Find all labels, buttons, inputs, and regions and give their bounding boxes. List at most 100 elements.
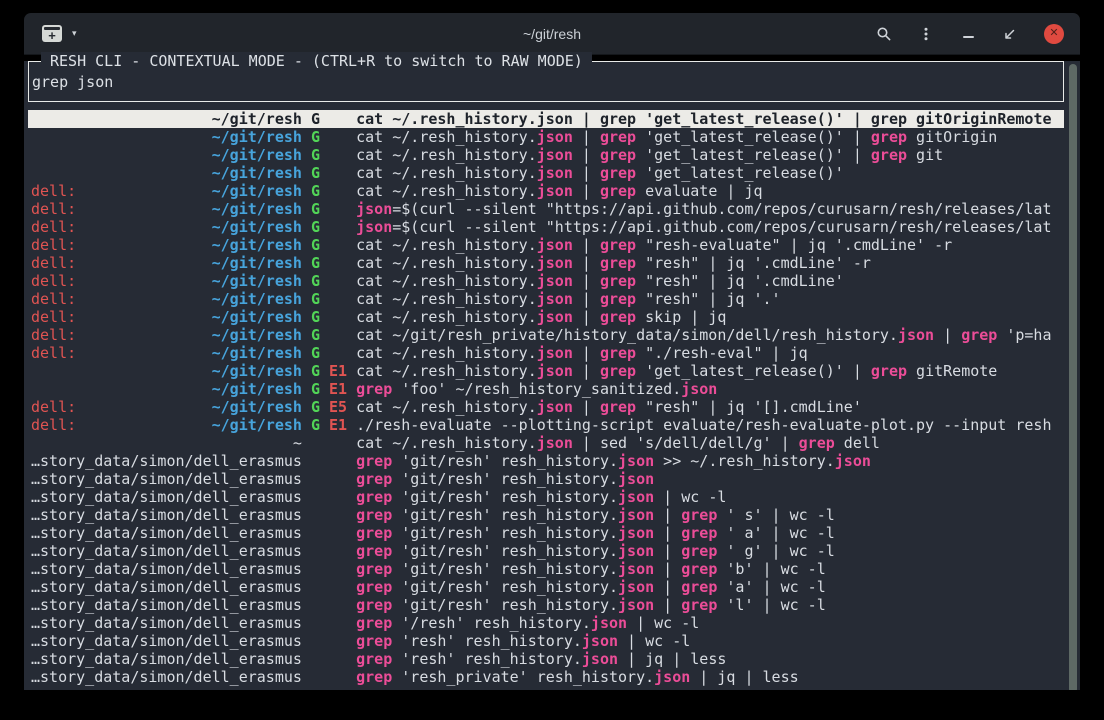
history-row[interactable]: …story_data/simon/dell_erasmus grep 'git…	[28, 524, 1064, 542]
row-path: ~/git/resh	[212, 380, 302, 398]
history-row[interactable]: …story_data/simon/dell_erasmus grep 'git…	[28, 596, 1064, 614]
row-path: …story_data/simon/dell_erasmus	[31, 560, 302, 578]
row-host: dell:	[31, 326, 76, 344]
history-row[interactable]: …story_data/simon/dell_erasmus grep '/re…	[28, 614, 1064, 632]
row-location: dell:~/git/resh	[31, 254, 302, 272]
row-flag-git: G	[311, 362, 320, 380]
row-flag-exit	[329, 308, 347, 326]
row-flag-exit: E1	[329, 362, 347, 380]
row-command: cat ~/.resh_history.json | sed 's/dell/d…	[356, 434, 1064, 452]
search-icon[interactable]	[876, 26, 892, 42]
row-command: grep 'resh_private' resh_history.json | …	[356, 668, 1064, 686]
terminal-content: RESH CLI - CONTEXTUAL MODE - (CTRL+R to …	[24, 61, 1080, 690]
history-row[interactable]: dell:~/git/resh G json=$(curl --silent "…	[28, 218, 1064, 236]
row-location: …story_data/simon/dell_erasmus	[31, 506, 302, 524]
row-location: ~/git/resh	[31, 110, 302, 128]
row-flag-exit	[329, 326, 347, 344]
history-row[interactable]: ~/git/resh G cat ~/.resh_history.json | …	[28, 164, 1064, 182]
history-row[interactable]: …story_data/simon/dell_erasmus grep 'res…	[28, 632, 1064, 650]
history-row[interactable]: ~/git/resh G cat ~/.resh_history.json | …	[28, 146, 1064, 164]
row-command: cat ~/.resh_history.json | grep evaluate…	[356, 182, 1064, 200]
row-location: ~/git/resh	[31, 164, 302, 182]
history-row[interactable]: dell:~/git/resh G cat ~/.resh_history.js…	[28, 236, 1064, 254]
history-row[interactable]: …story_data/simon/dell_erasmus grep 'git…	[28, 578, 1064, 596]
row-flag-exit	[329, 560, 347, 578]
history-row[interactable]: …story_data/simon/dell_erasmus grep 'res…	[28, 668, 1064, 686]
history-row[interactable]: dell:~/git/resh G E5 cat ~/.resh_history…	[28, 398, 1064, 416]
row-command: cat ~/.resh_history.json | grep 'get_lat…	[356, 362, 1064, 380]
row-command: cat ~/.resh_history.json | grep skip | j…	[356, 308, 1064, 326]
row-command: cat ~/.resh_history.json | grep 'get_lat…	[356, 164, 1064, 182]
row-location: …story_data/simon/dell_erasmus	[31, 650, 302, 668]
history-row[interactable]: dell:~/git/resh G json=$(curl --silent "…	[28, 200, 1064, 218]
row-flag-exit	[329, 470, 347, 488]
history-row[interactable]: ~/git/resh G cat ~/.resh_history.json | …	[28, 128, 1064, 146]
history-row[interactable]: ~ cat ~/.resh_history.json | sed 's/dell…	[28, 434, 1064, 452]
row-host: dell:	[31, 344, 76, 362]
row-path: ~/git/resh	[212, 308, 302, 326]
row-path: ~	[293, 434, 302, 452]
row-path: ~/git/resh	[212, 182, 302, 200]
minimize-icon[interactable]	[960, 26, 976, 42]
row-path: ~/git/resh	[212, 110, 302, 128]
row-flag-exit: E5	[329, 398, 347, 416]
row-flag-git	[311, 506, 320, 524]
history-row[interactable]: dell:~/git/resh G E1 ./resh-evaluate --p…	[28, 416, 1064, 434]
history-row[interactable]: …story_data/simon/dell_erasmus grep 'git…	[28, 488, 1064, 506]
history-row[interactable]: …story_data/simon/dell_erasmus grep 'git…	[28, 506, 1064, 524]
history-row[interactable]: …story_data/simon/dell_erasmus grep 'git…	[28, 470, 1064, 488]
history-row[interactable]: …story_data/simon/dell_erasmus grep 'git…	[28, 452, 1064, 470]
history-row[interactable]: dell:~/git/resh G cat ~/.resh_history.js…	[28, 182, 1064, 200]
restore-window-icon[interactable]	[1002, 26, 1018, 42]
row-flag-exit	[329, 290, 347, 308]
row-command: cat ~/.resh_history.json | grep "resh-ev…	[356, 236, 1064, 254]
row-path: ~/git/resh	[212, 236, 302, 254]
history-row[interactable]: dell:~/git/resh G cat ~/.resh_history.js…	[28, 272, 1064, 290]
row-flag-exit	[329, 110, 347, 128]
row-flag-exit: E1	[329, 416, 347, 434]
chevron-down-icon[interactable]: ▾	[72, 28, 77, 39]
history-row[interactable]: ~/git/resh G E1 cat ~/.resh_history.json…	[28, 362, 1064, 380]
row-location: dell: ~/git/resh	[31, 308, 302, 326]
row-path: …story_data/simon/dell_erasmus	[31, 488, 302, 506]
row-flag-git: G	[311, 110, 320, 128]
row-location: …story_data/simon/dell_erasmus	[31, 596, 302, 614]
history-row[interactable]: dell:~/git/resh G cat ~/.resh_history.js…	[28, 254, 1064, 272]
row-flag-git: G	[311, 200, 320, 218]
row-command: grep '/resh' resh_history.json | wc -l	[356, 614, 1064, 632]
row-flag-git	[311, 488, 320, 506]
row-location: ~/git/resh	[31, 128, 302, 146]
row-flag-exit	[329, 200, 347, 218]
history-row[interactable]: dell:~/git/resh G cat ~/.resh_history.js…	[28, 290, 1064, 308]
history-row[interactable]: dell:~/git/resh G cat ~/.resh_history.js…	[28, 308, 1064, 326]
row-flag-exit	[329, 182, 347, 200]
row-location: …story_data/simon/dell_erasmus	[31, 560, 302, 578]
row-host: dell:	[31, 308, 76, 326]
history-row[interactable]: …story_data/simon/dell_erasmus grep 'git…	[28, 542, 1064, 560]
row-flag-git: G	[311, 218, 320, 236]
scrollbar-thumb[interactable]	[1069, 64, 1077, 690]
history-row[interactable]: …story_data/simon/dell_erasmus grep 'res…	[28, 650, 1064, 668]
row-flag-git: G	[311, 236, 320, 254]
history-row[interactable]: ~/git/resh G cat ~/.resh_history.json | …	[28, 110, 1064, 128]
row-path: ~/git/resh	[212, 416, 302, 434]
row-command: json=$(curl --silent "https://api.github…	[356, 200, 1064, 218]
kebab-menu-icon[interactable]	[918, 26, 934, 42]
row-flag-git: G	[311, 398, 320, 416]
history-row[interactable]: ~/git/resh G E1 grep 'foo' ~/resh_histor…	[28, 380, 1064, 398]
row-location: dell:~/git/resh	[31, 272, 302, 290]
row-command: cat ~/.resh_history.json | grep 'get_lat…	[356, 146, 1064, 164]
history-row[interactable]: dell:~/git/resh G cat ~/.resh_history.js…	[28, 344, 1064, 362]
history-row[interactable]: …story_data/simon/dell_erasmus grep 'git…	[28, 560, 1064, 578]
history-row[interactable]: dell:~/git/resh G cat ~/git/resh_private…	[28, 326, 1064, 344]
new-tab-icon[interactable]: +	[42, 25, 62, 42]
row-flag-git	[311, 668, 320, 686]
row-flag-git	[311, 650, 320, 668]
row-flag-exit	[329, 488, 347, 506]
row-flag-exit	[329, 344, 347, 362]
row-flag-exit	[329, 578, 347, 596]
close-icon[interactable]: ✕	[1044, 24, 1064, 44]
row-path: …story_data/simon/dell_erasmus	[31, 632, 302, 650]
terminal-window: + ▾ ~/git/resh	[24, 13, 1080, 690]
row-path: ~/git/resh	[212, 290, 302, 308]
